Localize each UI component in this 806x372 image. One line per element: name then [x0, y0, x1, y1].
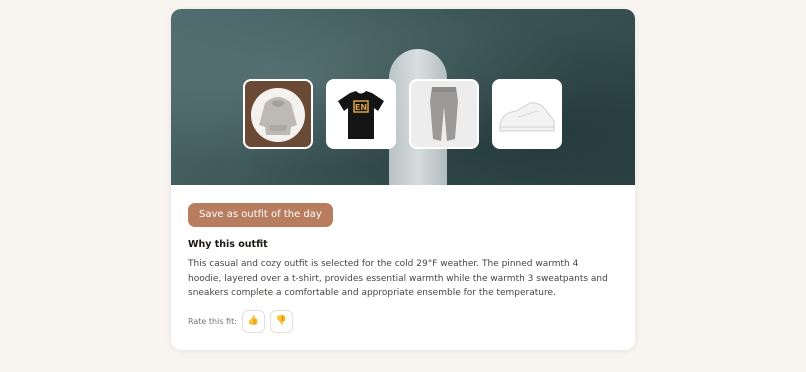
- sneakers-icon: [499, 102, 555, 132]
- save-outfit-button[interactable]: Save as outfit of the day: [188, 203, 333, 227]
- tshirt-icon: EN: [338, 91, 384, 139]
- sneakers-thumbnail[interactable]: [492, 79, 562, 149]
- thumbs-down-button[interactable]: 👎: [269, 309, 293, 333]
- outfit-hero-banner: EN: [171, 9, 635, 185]
- outfit-card: EN Save as outfit of the day Why this ou…: [171, 9, 635, 350]
- svg-text:EN: EN: [355, 103, 367, 112]
- outfit-details: Save as outfit of the day Why this outfi…: [188, 202, 618, 333]
- thumbs-up-button[interactable]: 👍: [241, 309, 265, 333]
- rating-row: Rate this fit: 👍 👎: [188, 309, 618, 333]
- thumbs-up-icon: 👍: [247, 316, 260, 326]
- hoodie-icon: [251, 88, 305, 142]
- tshirt-thumbnail[interactable]: EN: [326, 79, 396, 149]
- sweatpants-thumbnail[interactable]: [409, 79, 479, 149]
- sweatpants-icon: [430, 87, 458, 141]
- hoodie-thumbnail[interactable]: [243, 79, 313, 149]
- thumbs-down-icon: 👎: [275, 316, 288, 326]
- outfit-items-row: EN: [243, 79, 562, 149]
- why-outfit-heading: Why this outfit: [188, 239, 268, 250]
- rate-label: Rate this fit:: [188, 316, 237, 326]
- why-outfit-text: This casual and cozy outfit is selected …: [188, 259, 608, 298]
